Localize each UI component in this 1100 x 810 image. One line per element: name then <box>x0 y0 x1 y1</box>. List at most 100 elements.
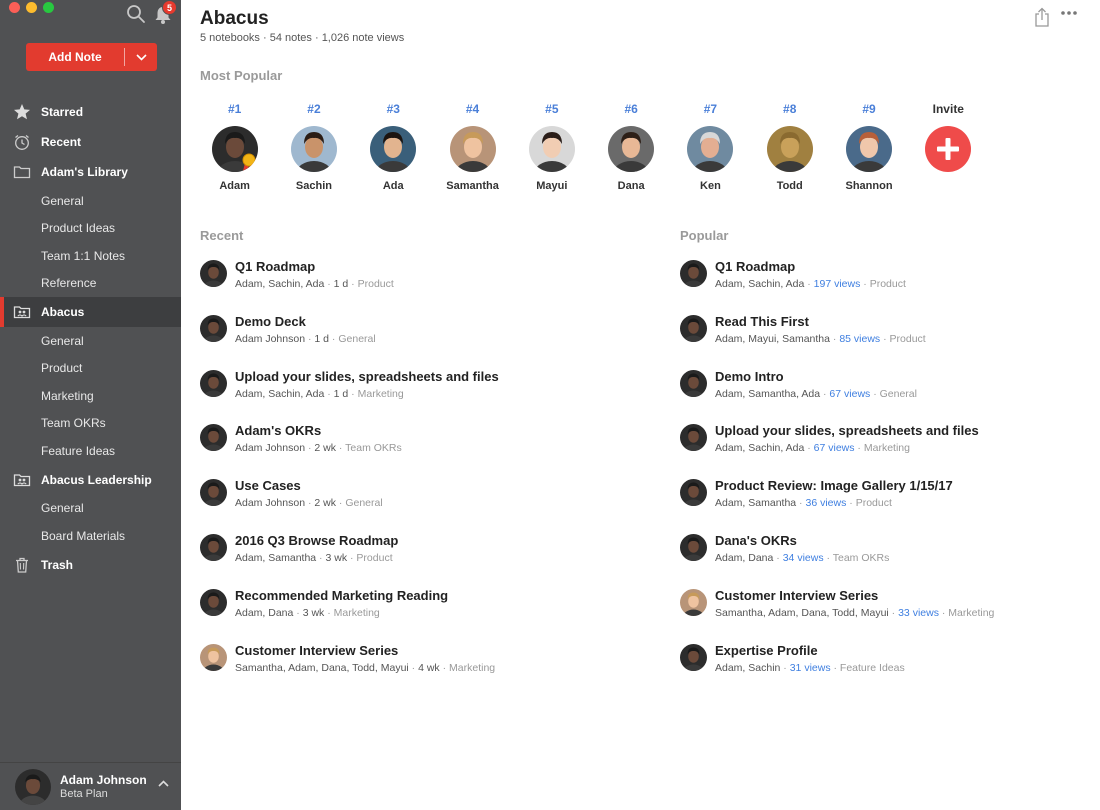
note-title[interactable]: Recommended Marketing Reading <box>235 588 448 603</box>
add-note-menu-button[interactable] <box>125 43 157 71</box>
note-title[interactable]: Q1 Roadmap <box>235 259 315 274</box>
note-people: Adam Johnson <box>235 497 306 510</box>
star-icon <box>13 103 31 121</box>
list-item[interactable]: Q1 Roadmap Adam, Sachin, Ada · 1 d · Prod… <box>200 258 640 313</box>
person-samantha[interactable]: #4 Samantha <box>433 102 512 192</box>
popular-notes-list: Q1 Roadmap Adam, Sachin, Ada · 197 views … <box>680 258 1090 696</box>
sidebar-item-adam-s-library[interactable]: Adam's Library <box>0 157 181 187</box>
list-item[interactable]: Recommended Marketing Reading Adam, Dana … <box>200 587 640 642</box>
note-title[interactable]: 2016 Q3 Browse Roadmap <box>235 533 398 548</box>
note-title[interactable]: Demo Deck <box>235 314 306 329</box>
sidebar-item-abacus[interactable]: Abacus <box>0 297 181 327</box>
person-sachin[interactable]: #2 Sachin <box>274 102 353 192</box>
sidebar-item-feature-ideas[interactable]: Feature Ideas <box>0 437 181 465</box>
chevron-up-icon[interactable] <box>158 780 169 787</box>
person-shannon[interactable]: #9 Shannon <box>829 102 908 192</box>
minimize-window-button[interactable] <box>26 2 37 13</box>
note-title[interactable]: Q1 Roadmap <box>715 259 795 274</box>
search-icon[interactable] <box>126 4 146 24</box>
list-item[interactable]: Upload your slides, spreadsheets and fil… <box>200 368 640 423</box>
note-time: 3 wk <box>325 551 348 564</box>
list-item[interactable]: Adam's OKRs Adam Johnson · 2 wk · Team OK… <box>200 422 640 477</box>
note-views: 85 views <box>839 332 881 345</box>
list-item[interactable]: Expertise Profile Adam, Sachin · 31 views… <box>680 642 1090 697</box>
list-item[interactable]: Dana's OKRs Adam, Dana · 34 views · Team … <box>680 532 1090 587</box>
sidebar-item-product-ideas[interactable]: Product Ideas <box>0 215 181 243</box>
sidebar-item-label: Product Ideas <box>41 221 116 236</box>
shared-folder-icon <box>13 303 31 321</box>
note-meta: Adam Johnson · 1 d · General <box>235 332 376 345</box>
note-title[interactable]: Customer Interview Series <box>715 588 878 603</box>
list-item[interactable]: Demo Intro Adam, Samantha, Ada · 67 views… <box>680 368 1090 423</box>
avatar <box>608 126 655 172</box>
sidebar-item-starred[interactable]: Starred <box>0 97 181 127</box>
note-title[interactable]: Adam's OKRs <box>235 423 321 438</box>
list-item[interactable]: Demo Deck Adam Johnson · 1 d · General <box>200 313 640 368</box>
note-title[interactable]: Demo Intro <box>715 369 784 384</box>
sidebar-item-label: Board Materials <box>41 528 126 543</box>
share-icon[interactable] <box>1034 7 1050 27</box>
sidebar-item-recent[interactable]: Recent <box>0 127 181 157</box>
note-notebook: General <box>338 332 376 345</box>
sidebar-item-abacus-leadership[interactable]: Abacus Leadership <box>0 465 181 495</box>
list-item[interactable]: Use Cases Adam Johnson · 2 wk · General <box>200 477 640 532</box>
user-account[interactable]: Adam Johnson Beta Plan <box>0 762 181 810</box>
list-item[interactable]: Read This First Adam, Mayui, Samantha · 8… <box>680 313 1090 368</box>
sidebar-item-marketing[interactable]: Marketing <box>0 382 181 410</box>
note-meta: Adam, Sachin, Ada · 1 d · Product <box>235 278 394 290</box>
person-mayui[interactable]: #5 Mayui <box>512 102 591 192</box>
sidebar-item-trash[interactable]: Trash <box>0 550 181 580</box>
close-window-button[interactable] <box>9 2 20 13</box>
sidebar-item-general[interactable]: General <box>0 495 181 523</box>
sidebar-item-team-okrs[interactable]: Team OKRs <box>0 410 181 438</box>
note-title[interactable]: Upload your slides, spreadsheets and fil… <box>235 369 499 384</box>
add-note-button[interactable]: Add Note <box>26 43 157 71</box>
note-title[interactable]: Dana's OKRs <box>715 533 797 548</box>
list-item[interactable]: Customer Interview Series Samantha, Adam,… <box>200 642 640 697</box>
sidebar-item-product[interactable]: Product <box>0 355 181 383</box>
sidebar-item-team-1-1-notes[interactable]: Team 1:1 Notes <box>0 242 181 270</box>
person-ken[interactable]: #7 Ken <box>671 102 750 192</box>
person-ada[interactable]: #3 Ada <box>354 102 433 192</box>
note-title[interactable]: Customer Interview Series <box>235 643 398 658</box>
note-title[interactable]: Expertise Profile <box>715 643 818 658</box>
plus-icon <box>937 138 960 160</box>
recent-heading: Recent <box>200 228 244 243</box>
note-time: 4 wk <box>418 661 440 674</box>
list-item[interactable]: 2016 Q3 Browse Roadmap Adam, Samantha · 3… <box>200 532 640 587</box>
note-people: Adam, Sachin <box>715 661 781 674</box>
note-title[interactable]: Use Cases <box>235 478 301 493</box>
sidebar-item-board-materials[interactable]: Board Materials <box>0 522 181 550</box>
sidebar-item-reference[interactable]: Reference <box>0 270 181 298</box>
note-title[interactable]: Upload your slides, spreadsheets and fil… <box>715 423 979 438</box>
person-dana[interactable]: #6 Dana <box>591 102 670 192</box>
page-title: Abacus <box>200 8 269 29</box>
avatar <box>200 479 227 507</box>
note-views: 36 views <box>805 497 847 510</box>
zoom-window-button[interactable] <box>43 2 54 13</box>
note-meta: Adam Johnson · 2 wk · General <box>235 497 383 510</box>
person-name: Mayui <box>536 180 568 192</box>
note-title[interactable]: Read This First <box>715 314 809 329</box>
note-title[interactable]: Product Review: Image Gallery 1/15/17 <box>715 478 953 493</box>
page-stats: 5 notebooks · 54 notes · 1,026 note view… <box>200 32 405 44</box>
avatar <box>846 126 893 172</box>
sidebar-item-general[interactable]: General <box>0 327 181 355</box>
person-adam[interactable]: #1 Adam <box>195 102 274 192</box>
window-controls <box>9 2 54 13</box>
person-todd[interactable]: #8 Todd <box>750 102 829 192</box>
more-options-icon[interactable] <box>1060 10 1078 16</box>
invite-button[interactable] <box>925 126 972 172</box>
sidebar-item-general[interactable]: General <box>0 187 181 215</box>
list-item[interactable]: Customer Interview Series Samantha, Adam,… <box>680 587 1090 642</box>
avatar <box>680 314 707 342</box>
list-item[interactable]: Q1 Roadmap Adam, Sachin, Ada · 197 views … <box>680 258 1090 313</box>
person-rank: #9 <box>862 102 876 116</box>
person-name: Sachin <box>295 180 332 192</box>
note-notebook: Product <box>889 332 926 345</box>
list-item[interactable]: Product Review: Image Gallery 1/15/17 Ada… <box>680 477 1090 532</box>
list-item[interactable]: Upload your slides, spreadsheets and fil… <box>680 422 1090 477</box>
recent-notes-list: Q1 Roadmap Adam, Sachin, Ada · 1 d · Prod… <box>200 258 640 696</box>
popular-heading: Popular <box>680 228 729 243</box>
person-name: Ada <box>382 180 404 192</box>
